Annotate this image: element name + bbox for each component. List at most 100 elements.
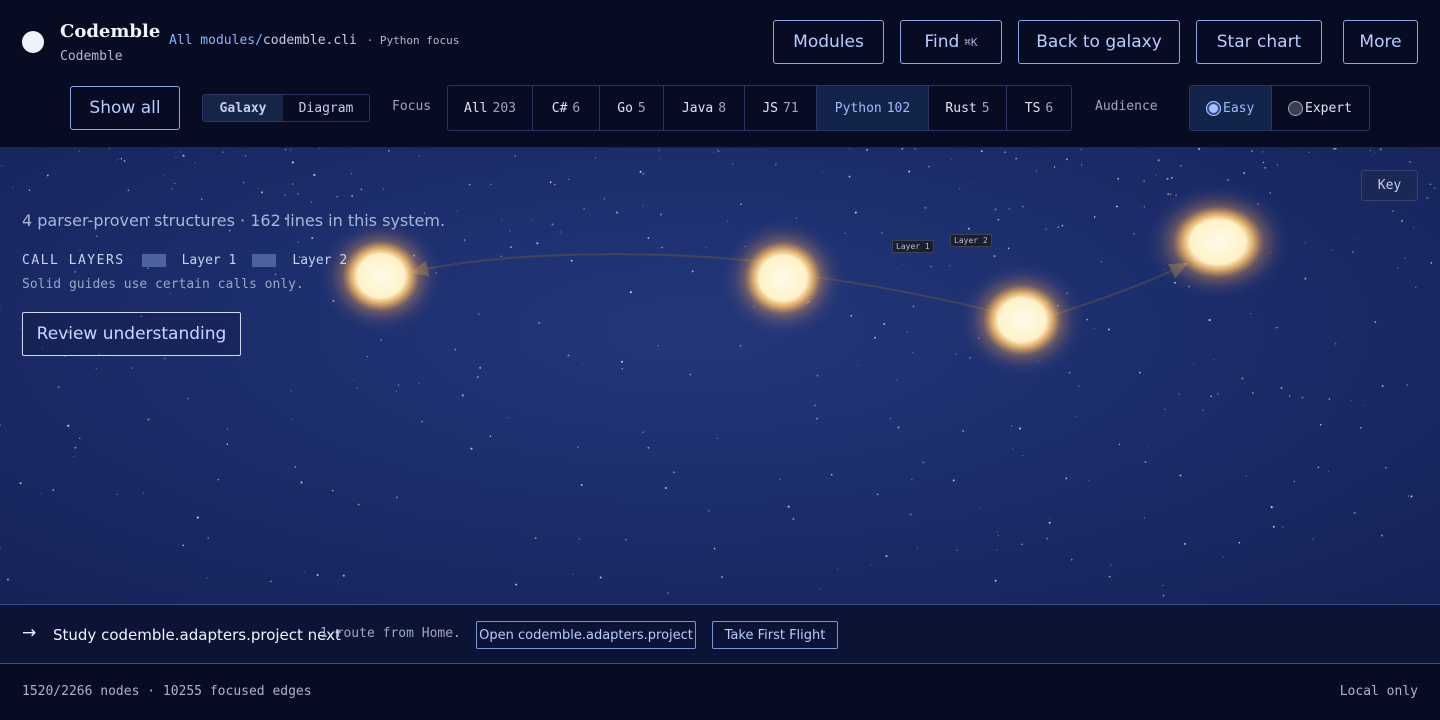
background-star	[705, 247, 707, 249]
background-star	[795, 217, 797, 219]
language-filter-js[interactable]: JS 71	[745, 86, 817, 130]
audience-expert-option[interactable]: Expert	[1272, 86, 1369, 130]
language-count: 102	[886, 100, 911, 116]
background-star	[382, 188, 384, 190]
star-chart-button[interactable]: Star chart	[1196, 20, 1322, 64]
background-star	[1065, 477, 1068, 480]
background-star	[463, 239, 466, 241]
background-star	[1409, 161, 1411, 163]
background-star	[1276, 164, 1279, 166]
language-filter-all[interactable]: All 203	[448, 86, 533, 130]
language-filter-go[interactable]: Go 5	[600, 86, 664, 130]
background-star	[1019, 427, 1022, 430]
background-star	[979, 507, 981, 509]
language-filter-csharp[interactable]: C# 6	[533, 86, 600, 130]
background-star	[1270, 506, 1273, 509]
review-understanding-button[interactable]: Review understanding	[22, 312, 241, 356]
background-star	[1048, 521, 1051, 524]
background-star	[889, 418, 891, 420]
background-star	[594, 219, 596, 220]
find-button[interactable]: Find ⌘K	[900, 20, 1002, 64]
background-star	[1328, 398, 1331, 400]
background-star	[507, 417, 509, 419]
background-star	[1304, 277, 1307, 280]
back-to-galaxy-button[interactable]: Back to galaxy	[1018, 20, 1180, 64]
background-star	[1410, 495, 1413, 498]
background-star	[538, 321, 541, 324]
background-star	[316, 573, 319, 577]
background-star	[1198, 148, 1201, 150]
background-star	[1426, 197, 1429, 199]
background-star	[969, 357, 971, 359]
background-star	[147, 418, 150, 421]
language-name: Python	[834, 100, 882, 116]
show-all-button[interactable]: Show all	[70, 86, 180, 130]
background-star	[115, 160, 117, 162]
background-star	[568, 178, 570, 181]
background-star	[870, 564, 872, 566]
layer-2-swatch	[252, 254, 277, 267]
key-button[interactable]: Key	[1361, 170, 1418, 201]
background-star	[1004, 151, 1007, 154]
background-star	[896, 379, 898, 381]
view-galaxy-tab[interactable]: Galaxy	[203, 95, 283, 121]
background-star	[217, 479, 219, 481]
open-module-button[interactable]: Open codemble.adapters.project	[476, 621, 696, 649]
background-star	[1222, 556, 1224, 558]
background-star	[0, 424, 2, 426]
background-star	[510, 246, 513, 249]
background-star	[1053, 166, 1056, 168]
star-chart-label: Star chart	[1216, 32, 1302, 52]
module-star[interactable]	[319, 219, 443, 333]
breadcrumb-current: codemble.cli	[262, 33, 357, 48]
module-star[interactable]	[721, 219, 845, 337]
mode-indicator: Local only	[1339, 684, 1418, 699]
take-first-flight-button[interactable]: Take First Flight	[712, 621, 838, 649]
background-star	[418, 383, 420, 385]
background-star	[621, 367, 624, 370]
background-star	[949, 265, 951, 267]
module-star[interactable]	[959, 263, 1085, 377]
background-star	[1193, 362, 1195, 364]
background-star	[1312, 538, 1314, 540]
background-star	[500, 255, 502, 257]
modules-button[interactable]: Modules	[773, 20, 884, 64]
background-star	[311, 236, 314, 240]
language-count: 6	[1045, 100, 1054, 116]
galaxy-canvas[interactable]: 4 parser-proven structures · 162 lines i…	[0, 148, 1440, 604]
app-title: Codemble	[60, 21, 161, 42]
background-star	[1363, 405, 1365, 407]
background-star	[1035, 170, 1037, 172]
audience-easy-option[interactable]: Easy	[1190, 86, 1272, 130]
breadcrumb-all-modules-link[interactable]: All modules	[169, 33, 255, 48]
background-star	[1068, 372, 1071, 374]
view-diagram-tab[interactable]: Diagram	[283, 95, 369, 121]
language-filter-ts[interactable]: TS 6	[1007, 86, 1071, 130]
background-star	[1359, 426, 1362, 429]
language-filter-java[interactable]: Java 8	[664, 86, 745, 130]
language-filter-rust[interactable]: Rust 5	[929, 86, 1007, 130]
background-star	[1021, 543, 1023, 545]
background-star	[182, 544, 185, 547]
background-star	[994, 579, 997, 582]
background-star	[531, 219, 533, 221]
audience-expert-label: Expert	[1305, 100, 1352, 116]
background-star	[1108, 328, 1110, 331]
background-star	[476, 376, 479, 378]
background-star	[1169, 193, 1172, 196]
background-star	[74, 446, 77, 449]
background-star	[1350, 400, 1352, 402]
background-star	[1334, 342, 1337, 345]
module-star[interactable]	[1145, 184, 1291, 300]
background-star	[1162, 594, 1165, 597]
background-star	[582, 364, 583, 366]
module-stars[interactable]	[319, 184, 1291, 377]
background-star	[366, 356, 368, 358]
more-button[interactable]: More	[1343, 20, 1418, 64]
background-star	[1049, 517, 1051, 519]
background-star	[501, 219, 503, 221]
background-star	[727, 220, 729, 222]
language-filter-python[interactable]: Python 102	[817, 86, 929, 130]
background-star	[1374, 152, 1376, 154]
background-star	[357, 503, 360, 506]
